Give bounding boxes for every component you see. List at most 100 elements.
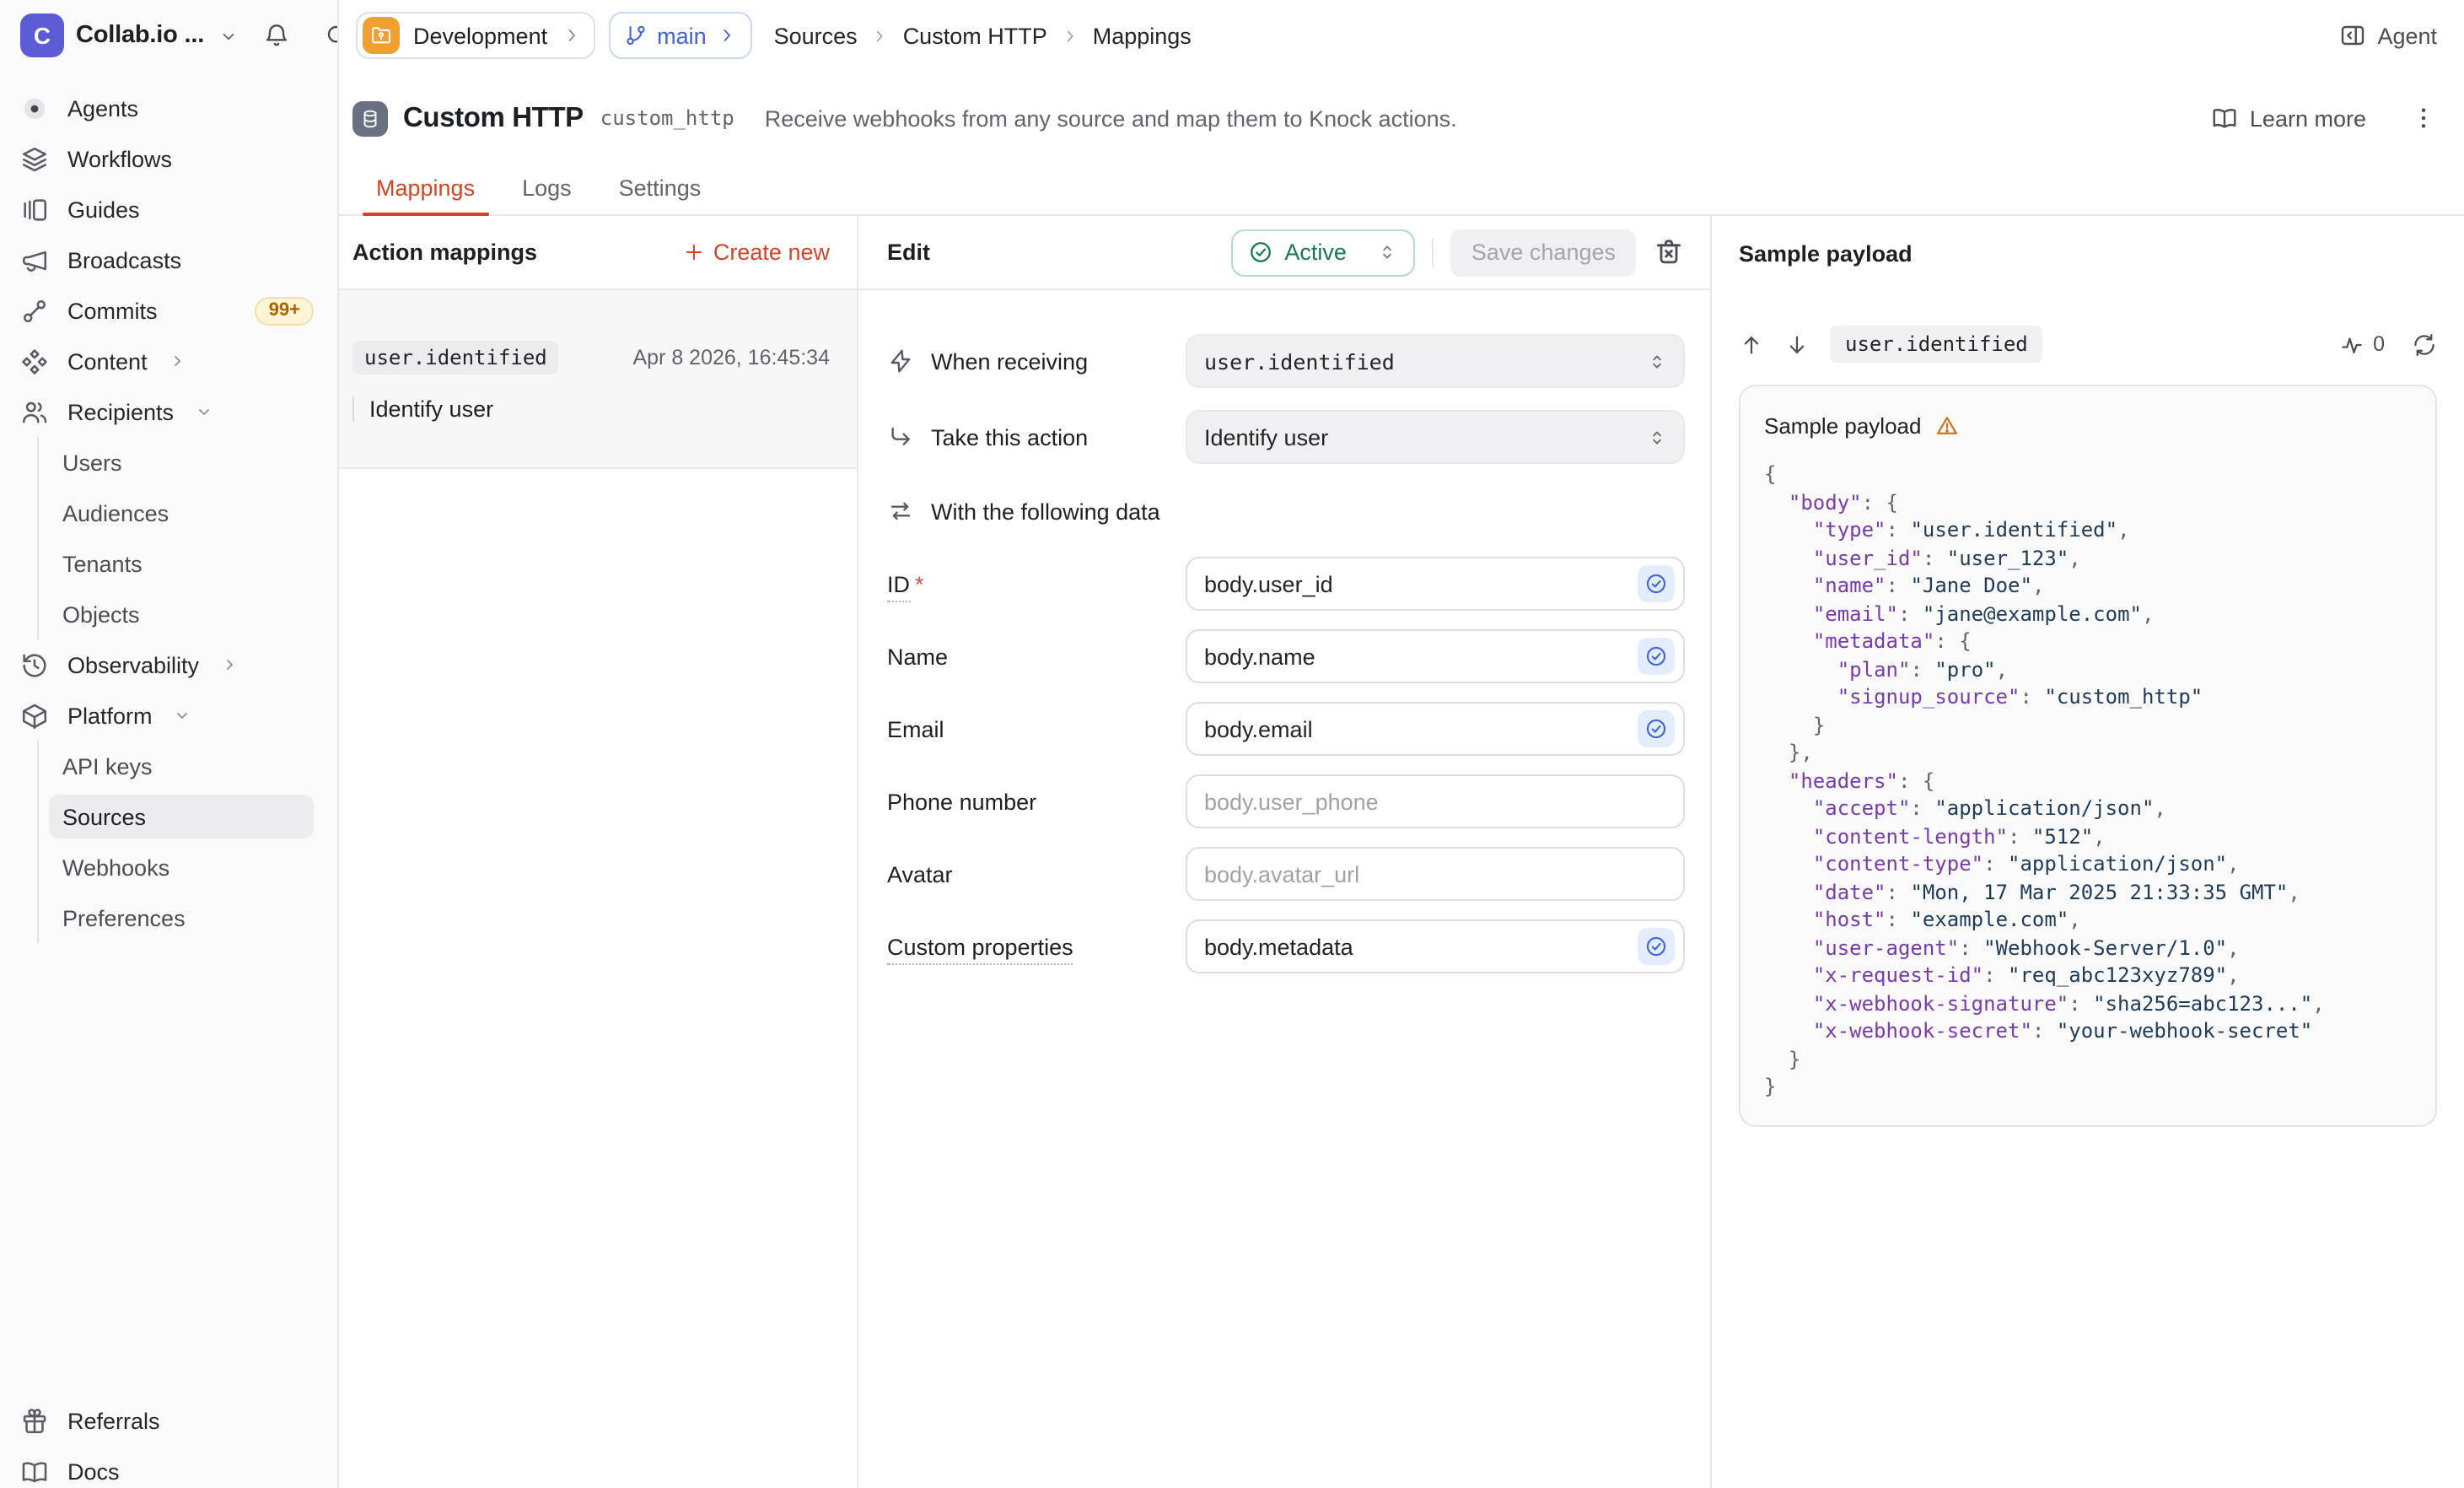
json-line: "user_id": "user_123",	[1764, 544, 2412, 572]
phone-number-input[interactable]: body.user_phone	[1186, 774, 1685, 828]
edit-panel: Edit Active Save changes When receivingu…	[858, 216, 1712, 1488]
json-line: {	[1764, 461, 2412, 488]
json-line: "headers": {	[1764, 767, 2412, 795]
status-select[interactable]: Active	[1230, 229, 1416, 276]
sidebar-subgroup: API keysSourcesWebhooksPreferences	[37, 741, 337, 943]
json-line: "content-type": "application/json",	[1764, 850, 2412, 878]
sidebar-item-webhooks[interactable]: Webhooks	[39, 842, 337, 892]
arrow-up-icon	[1739, 332, 1764, 357]
sidebar-item-content[interactable]: Content	[0, 336, 337, 386]
tab-logs[interactable]: Logs	[508, 162, 585, 214]
name-input[interactable]: body.name	[1186, 629, 1685, 683]
app-root: C Collab.io ... AgentsWorkflowsGuidesBro…	[0, 0, 2464, 1488]
custom-properties-input[interactable]: body.metadata	[1186, 919, 1685, 973]
warning-icon	[1934, 412, 1960, 438]
field-row-id: ID*body.user_id	[887, 557, 1685, 611]
activity-count: 0	[2373, 332, 2385, 356]
mapping-list-item[interactable]: user.identifiedApr 8 2026, 16:45:34Ident…	[339, 290, 857, 469]
sidebar-item-label: Objects	[49, 592, 314, 636]
required-asterisk: *	[915, 571, 924, 596]
sidebar-item-tenants[interactable]: Tenants	[39, 538, 337, 589]
sidebar: C Collab.io ... AgentsWorkflowsGuidesBro…	[0, 0, 339, 1488]
branch-switcher[interactable]: main	[608, 12, 752, 59]
sidebar-item-recipients[interactable]: Recipients	[0, 386, 337, 437]
page-description: Receive webhooks from any source and map…	[765, 105, 1457, 131]
environment-label: Development	[413, 23, 547, 48]
sidebar-item-audiences[interactable]: Audiences	[39, 488, 337, 538]
sidebar-item-users[interactable]: Users	[39, 437, 337, 488]
sidebar-item-referrals[interactable]: Referrals	[0, 1395, 337, 1446]
sidebar-subgroup: UsersAudiencesTenantsObjects	[37, 437, 337, 639]
search-button[interactable]	[324, 22, 339, 49]
sidebar-item-commits[interactable]: Commits99+	[0, 285, 337, 336]
breadcrumb-item-mappings[interactable]: Mappings	[1093, 23, 1192, 48]
sidebar-item-label: Users	[49, 440, 314, 484]
agent-panel-button[interactable]: Agent	[2338, 22, 2437, 49]
json-line: "email": "jane@example.com",	[1764, 600, 2412, 628]
notifications-button[interactable]	[263, 22, 290, 49]
save-changes-button[interactable]: Save changes	[1451, 229, 1636, 276]
tree-connector	[352, 396, 354, 422]
input-value: body.name	[1204, 644, 1315, 669]
avatar-input[interactable]: body.avatar_url	[1186, 847, 1685, 901]
sidebar-item-platform[interactable]: Platform	[0, 690, 337, 741]
sidebar-item-label: Sources	[49, 795, 314, 838]
tab-settings[interactable]: Settings	[605, 162, 715, 214]
email-input[interactable]: body.email	[1186, 702, 1685, 756]
sidebar-item-docs[interactable]: Docs	[0, 1446, 337, 1488]
breadcrumb-item-sources[interactable]: Sources	[774, 23, 858, 48]
activity-button[interactable]	[2339, 332, 2364, 357]
next-payload-button[interactable]	[1784, 332, 1810, 357]
sidebar-item-label: Content	[67, 348, 148, 374]
workspace-row: C Collab.io ...	[0, 0, 337, 71]
field-label: Email	[887, 716, 1186, 741]
sidebar-item-objects[interactable]: Objects	[39, 589, 337, 639]
mapping-valid-badge	[1638, 638, 1675, 675]
sidebar-item-preferences[interactable]: Preferences	[39, 892, 337, 943]
workspace-switcher[interactable]	[218, 24, 239, 46]
chevron-down-icon	[173, 705, 193, 725]
field-label: Name	[887, 644, 1186, 669]
sidebar-item-guides[interactable]: Guides	[0, 184, 337, 235]
field-label: Avatar	[887, 861, 1186, 887]
tab-mappings[interactable]: Mappings	[363, 162, 488, 214]
learn-more-link[interactable]: Learn more	[2211, 105, 2366, 132]
sidebar-item-broadcasts[interactable]: Broadcasts	[0, 235, 337, 285]
overflow-menu-button[interactable]	[2410, 105, 2437, 132]
when-receiving-select[interactable]: user.identified	[1186, 334, 1685, 388]
json-line: "date": "Mon, 17 Mar 2025 21:33:35 GMT",	[1764, 878, 2412, 906]
create-new-button[interactable]: Create new	[683, 240, 830, 265]
sidebar-item-label: Preferences	[49, 896, 314, 940]
breadcrumb-item-custom-http[interactable]: Custom HTTP	[903, 23, 1047, 48]
field-row-custom-properties: Custom propertiesbody.metadata	[887, 919, 1685, 973]
sidebar-item-observability[interactable]: Observability	[0, 639, 337, 690]
agent-label: Agent	[2377, 23, 2437, 48]
docs-icon	[20, 1457, 49, 1485]
input-value: body.metadata	[1204, 934, 1353, 959]
environment-folder-icon	[363, 17, 400, 54]
workspace-name: Collab.io ...	[76, 22, 204, 49]
sidebar-item-api-keys[interactable]: API keys	[39, 741, 337, 791]
sidebar-item-label: Commits	[67, 298, 158, 323]
json-line: "host": "example.com",	[1764, 906, 2412, 934]
source-type-icon	[352, 100, 388, 136]
input-value: body.email	[1204, 716, 1313, 741]
branch-label: main	[657, 23, 707, 48]
delete-mapping-button[interactable]	[1653, 236, 1685, 268]
json-line: "x-request-id": "req_abc123xyz789",	[1764, 962, 2412, 989]
arrows-left-right-icon	[887, 498, 914, 525]
json-line: "type": "user.identified",	[1764, 516, 2412, 544]
sidebar-item-agents[interactable]: Agents	[0, 83, 337, 133]
activity-icon	[2339, 332, 2364, 357]
field-row-email: Email body.email	[887, 702, 1685, 756]
id-input[interactable]: body.user_id	[1186, 557, 1685, 611]
previous-payload-button[interactable]	[1739, 332, 1764, 357]
refresh-payload-button[interactable]	[2412, 332, 2437, 357]
sidebar-item-workflows[interactable]: Workflows	[0, 133, 337, 184]
refresh-icon	[2412, 332, 2437, 357]
take-this-action-select[interactable]: Identify user	[1186, 410, 1685, 464]
breadcrumb-separator-icon	[1061, 26, 1079, 45]
chevron-right-icon	[717, 25, 737, 46]
environment-switcher[interactable]: Development	[356, 12, 594, 59]
sidebar-item-sources[interactable]: Sources	[39, 791, 337, 842]
